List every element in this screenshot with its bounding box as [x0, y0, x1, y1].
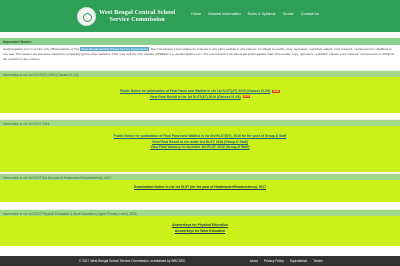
- brand-title: West Bengal Central School Service Commi…: [99, 9, 175, 23]
- section-heading-slst-2016: Information in r/w 1st SLST 2016: [0, 119, 400, 126]
- new-badge: NEW: [242, 95, 251, 99]
- section-body-pe-we: Answerkeys for Physical Education Answer…: [0, 216, 400, 246]
- section-body-headmaster: Examination Notice in r/w 1st SLST (for …: [0, 180, 400, 202]
- nav-rules-syllabus[interactable]: Rules & Syllabus: [248, 12, 276, 16]
- section-heading-text: Information in r/w 1st SLST 2016: [3, 121, 50, 126]
- footer-links: About Privacy Policy Equivalence Tender: [250, 259, 323, 263]
- section-heading-text: Information in r/w 1st SLST Physical Edu…: [3, 211, 137, 216]
- notice-link[interactable]: View Final Result in r/w 1st SLST(AT) 20…: [0, 95, 400, 101]
- section-body-slst-at: Public Notice for publication of Final P…: [0, 77, 400, 113]
- copyright-text: © 2017 West Bengal School Service Commis…: [79, 259, 186, 263]
- new-badge: NEW: [272, 89, 280, 93]
- footer-link-tender[interactable]: Tender: [313, 259, 323, 263]
- nav-home[interactable]: Home: [191, 12, 201, 16]
- section-heading-text: Information in r/w 1st SLST (for the pos…: [3, 175, 112, 180]
- notice-link-text: Public Notice for publication of Final P…: [120, 89, 271, 93]
- nav-tender[interactable]: Tender: [282, 12, 293, 16]
- main-nav: Home General Information Rules & Syllabu…: [191, 12, 319, 16]
- section-heading-text: Information in r/w 1st SLST(AT) 2016 (Cl…: [3, 72, 79, 77]
- important-notice-bar: Important Notice: [0, 38, 400, 45]
- section-heading-pe-we: Information in r/w 1st SLST Physical Edu…: [0, 209, 400, 216]
- brand[interactable]: West Bengal Central School Service Commi…: [77, 5, 175, 27]
- notice-link-text: View Final Result in r/w 1st SLST(AT) 20…: [149, 94, 241, 99]
- disclaimer-before: westbengalssc.com is not the only offici…: [3, 47, 81, 51]
- notice-link[interactable]: Answerkeys for Work Education: [0, 229, 400, 235]
- site-header: West Bengal Central School Service Commi…: [0, 0, 400, 32]
- notice-link[interactable]: Examination Notice in r/w 1st SLST (for …: [0, 185, 400, 191]
- nav-contact-us[interactable]: Contact Us: [301, 12, 319, 16]
- nav-general-information[interactable]: General Information: [208, 12, 241, 16]
- commission-logo[interactable]: [77, 6, 96, 26]
- section-heading-headmaster: Information in r/w 1st SLST (for the pos…: [0, 173, 400, 180]
- brand-line-2: Service Commission: [109, 16, 165, 23]
- footer-link-equivalence[interactable]: Equivalence: [290, 259, 307, 263]
- site-footer: © 2017 West Bengal School Service Commis…: [0, 256, 400, 266]
- footer-link-privacy-policy[interactable]: Privacy Policy: [264, 259, 284, 263]
- section-body-slst-2016: Public Notice for publication of Final P…: [0, 126, 400, 172]
- commission-name-highlight: West Bengal Central School Service Commi…: [80, 47, 149, 51]
- notice-link[interactable]: View Final Vacancy in r/w under 3rd RLST…: [0, 145, 400, 151]
- important-notice-title: Important Notice: [3, 39, 32, 44]
- section-heading-slst-at: Information in r/w 1st SLST(AT) 2016 (Cl…: [0, 70, 400, 77]
- brand-line-1: West Bengal Central School: [99, 8, 176, 16]
- footer-link-about[interactable]: About: [250, 259, 258, 263]
- disclaimer-text: westbengalssc.com is not the only offici…: [3, 47, 397, 62]
